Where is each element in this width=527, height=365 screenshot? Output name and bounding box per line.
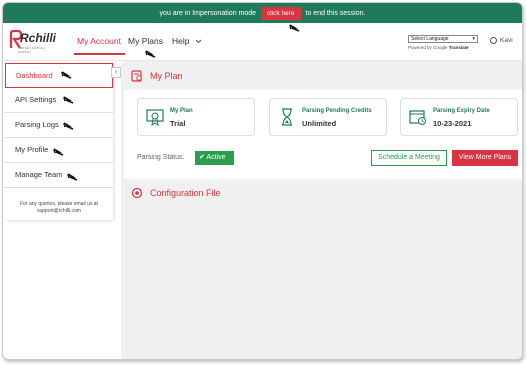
impersonation-banner: you are in Impersonation mode click here…	[3, 3, 522, 23]
rchilli-logo[interactable]: Rchilli PARSE | MATCH | ENRICH	[9, 29, 57, 54]
translate-label: Translate	[448, 45, 469, 50]
sidebar-collapse-button[interactable]: ‹	[111, 67, 121, 78]
top-navigation: Rchilli PARSE | MATCH | ENRICH My Accoun…	[3, 23, 522, 61]
certificate-icon	[146, 109, 164, 126]
sidebar-item-manage-team[interactable]: Manage Team	[5, 163, 113, 188]
chevron-left-icon: ‹	[114, 69, 118, 76]
support-email[interactable]: support@rchilli.com	[5, 208, 113, 215]
card-title: Parsing Expiry Date	[433, 108, 490, 114]
card-value: Trial	[170, 119, 186, 128]
impersonation-suffix: to end this session.	[305, 9, 366, 17]
pointer-arrow-icon	[53, 148, 64, 156]
card-value: Unlimited	[302, 119, 337, 128]
logo-tagline: PARSE | MATCH | ENRICH	[18, 46, 46, 54]
hourglass-icon	[282, 108, 292, 126]
sidebar-item-label: Dashboard	[16, 71, 53, 80]
config-file-icon	[131, 187, 143, 199]
sidebar-item-dashboard[interactable]: Dashboard	[5, 63, 113, 88]
powered-by-google: Powered by Google Translate	[408, 45, 469, 50]
view-more-plans-button[interactable]: View More Plans	[452, 150, 518, 166]
support-help-text: For any queries, please email us at supp…	[5, 201, 113, 215]
sidebar-item-label: Manage Team	[15, 170, 63, 179]
sidebar-item-api-settings[interactable]: API Settings	[5, 88, 113, 113]
user-name: Kavi	[500, 37, 513, 44]
card-title: Parsing Pending Credits	[302, 108, 372, 114]
language-select[interactable]: Select Language ▾	[408, 35, 478, 43]
user-menu[interactable]: Kavi	[490, 37, 513, 44]
check-icon: ✔	[199, 154, 205, 161]
status-badge-text: Active	[206, 154, 226, 161]
parsing-status-label: Parsing Status:	[137, 154, 185, 161]
nav-my-account[interactable]: My Account	[77, 36, 121, 46]
pending-credits-card: Parsing Pending Credits Unlimited	[269, 98, 387, 136]
sidebar: Dashboard API Settings Parsing Logs My P…	[5, 63, 113, 220]
nav-my-plans[interactable]: My Plans	[128, 36, 163, 46]
logo-text: Rchilli	[20, 31, 57, 45]
support-help-line: For any queries, please email us at	[20, 201, 98, 207]
user-icon	[490, 37, 497, 44]
sidebar-item-label: My Profile	[15, 145, 49, 154]
sidebar-item-parsing-logs[interactable]: Parsing Logs	[5, 113, 113, 138]
nav-help-label: Help	[172, 36, 190, 46]
pointer-arrow-icon	[145, 50, 156, 58]
pointer-arrow-icon	[63, 122, 74, 130]
plan-document-icon	[131, 70, 142, 82]
main-content: My Plan My Plan Trial Parsing Pending Cr…	[121, 61, 522, 359]
plan-card: My Plan Trial	[137, 98, 255, 136]
my-plan-title: My Plan	[150, 71, 183, 81]
nav-help[interactable]: Help	[172, 36, 202, 46]
card-title: My Plan	[170, 108, 193, 114]
configuration-file-title: Configuration File	[150, 188, 221, 198]
impersonation-text: you are in Impersonation mode	[159, 9, 257, 17]
select-caret-icon: ▾	[472, 36, 475, 42]
schedule-meeting-button[interactable]: Schedule a Meeting	[371, 150, 447, 166]
calendar-icon	[409, 110, 426, 125]
language-select-value: Select Language	[411, 36, 449, 42]
pointer-arrow-icon	[67, 173, 78, 181]
app-window: you are in Impersonation mode click here…	[2, 2, 523, 360]
my-plan-panel: My Plan Trial Parsing Pending Credits Un…	[124, 90, 522, 179]
nav-active-underline	[74, 53, 125, 55]
sidebar-item-label: Parsing Logs	[15, 120, 59, 129]
expiry-date-card: Parsing Expiry Date 10-23-2021	[400, 98, 518, 136]
pointer-arrow-icon	[289, 24, 300, 32]
pointer-arrow-icon	[63, 96, 74, 104]
status-badge: ✔ Active	[195, 151, 234, 165]
sidebar-item-label: API Settings	[15, 95, 57, 104]
end-session-button[interactable]: click here	[261, 6, 301, 20]
pointer-arrow-icon	[61, 71, 72, 79]
card-value: 10-23-2021	[433, 119, 472, 128]
chevron-down-icon	[195, 39, 202, 44]
google-label: Google	[433, 45, 448, 50]
powered-by-label: Powered by	[408, 45, 432, 50]
